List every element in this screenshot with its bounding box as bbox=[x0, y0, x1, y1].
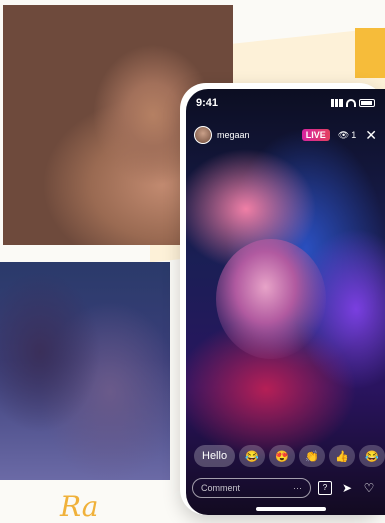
send-icon[interactable]: ➤ bbox=[339, 480, 355, 496]
close-icon[interactable]: ✕ bbox=[365, 127, 377, 144]
phone-mockup: 9:41 megaan LIVE 👁 1 ✕ Hello 😂 😍 👏 👍 😂 C… bbox=[180, 83, 385, 515]
heart-icon[interactable]: ♡ bbox=[361, 480, 377, 496]
live-header: megaan LIVE 👁 1 ✕ bbox=[186, 123, 385, 147]
reaction-button[interactable]: 👏 bbox=[299, 445, 326, 467]
hello-button[interactable]: Hello bbox=[194, 445, 236, 467]
live-badge: LIVE bbox=[301, 129, 330, 141]
status-time: 9:41 bbox=[196, 97, 219, 109]
reaction-button[interactable]: 😂 bbox=[359, 445, 385, 467]
live-stream-screen: 9:41 megaan LIVE 👁 1 ✕ Hello 😂 😍 👏 👍 😂 C… bbox=[186, 89, 385, 515]
wifi-icon bbox=[346, 99, 356, 107]
avatar[interactable] bbox=[194, 126, 212, 144]
question-button[interactable]: ? bbox=[317, 480, 333, 496]
party-photo bbox=[0, 262, 170, 480]
reaction-button[interactable]: 😂 bbox=[239, 445, 266, 467]
comment-row: Comment ··· ? ➤ ♡ bbox=[192, 477, 377, 499]
eye-icon: 👁 bbox=[337, 129, 350, 140]
reaction-button[interactable]: 😍 bbox=[269, 445, 296, 467]
viewer-count-value: 1 bbox=[351, 130, 357, 140]
comment-placeholder: Comment bbox=[201, 483, 241, 493]
script-text: Ra bbox=[60, 490, 99, 523]
status-icons bbox=[331, 99, 375, 107]
comment-input[interactable]: Comment ··· bbox=[192, 478, 311, 498]
reaction-button[interactable]: 👍 bbox=[329, 445, 356, 467]
more-icon[interactable]: ··· bbox=[293, 483, 302, 493]
background-yellow-block bbox=[355, 28, 385, 78]
viewer-count[interactable]: 👁 1 bbox=[338, 130, 356, 141]
battery-icon bbox=[359, 99, 375, 107]
stream-subject bbox=[216, 239, 326, 359]
status-bar: 9:41 bbox=[186, 95, 385, 111]
signal-icon bbox=[331, 99, 343, 107]
reaction-bar: Hello 😂 😍 👏 👍 😂 bbox=[194, 445, 385, 467]
question-icon: ? bbox=[318, 481, 332, 495]
home-indicator bbox=[256, 507, 326, 511]
username[interactable]: megaan bbox=[217, 130, 302, 140]
